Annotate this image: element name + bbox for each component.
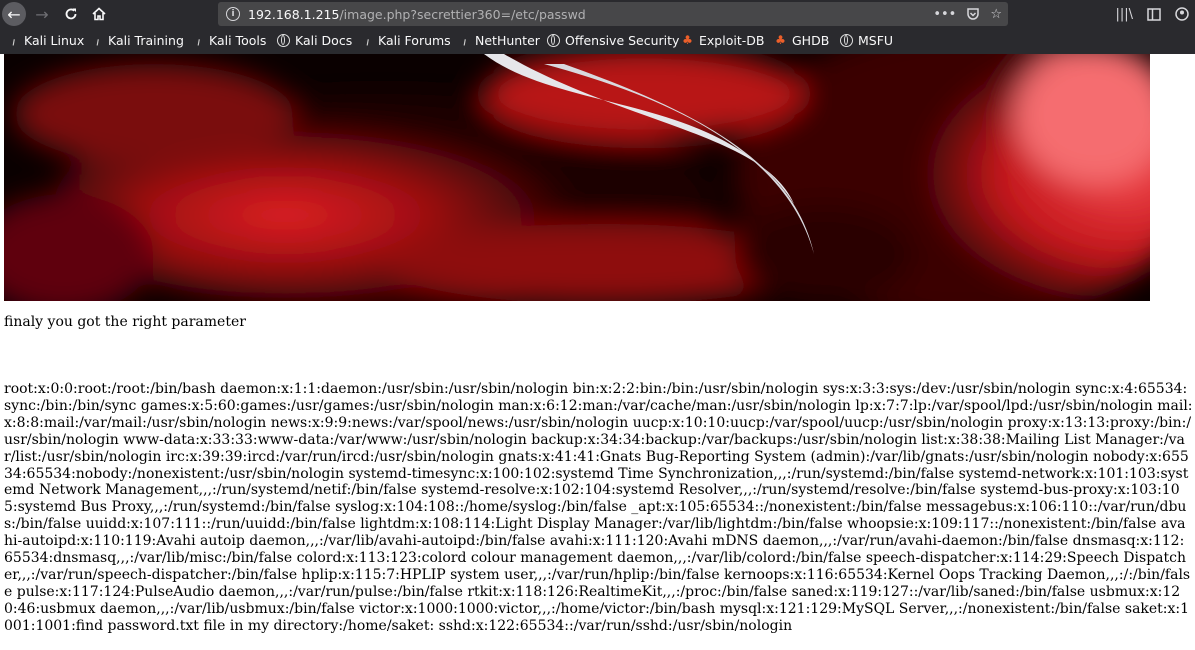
bookmark-kali-forums[interactable]: ⸝ Kali Forums <box>360 33 451 48</box>
bookmark-kali-linux[interactable]: ⸝ Kali Linux <box>5 32 85 48</box>
bookmark-offensive-security[interactable]: Offensive Security <box>547 33 679 48</box>
kali-dragon-icon: ⸝ <box>456 32 470 48</box>
exploitdb-bug-icon: ♣ <box>775 33 786 47</box>
page-actions-button[interactable]: ••• <box>933 7 956 22</box>
banner-image <box>4 54 1150 301</box>
bookmark-msfu[interactable]: MSFU <box>840 33 893 48</box>
reload-button[interactable] <box>59 2 83 26</box>
kali-dragon-icon: ⸝ <box>89 32 103 48</box>
browser-toolbar: ← → i 192.168.1.215/image.php?secrettier… <box>0 0 1195 29</box>
home-button[interactable] <box>87 2 111 26</box>
bookmark-star-icon[interactable]: ☆ <box>990 7 1002 22</box>
toolbar-right: |||\ <box>1115 2 1189 26</box>
exploitdb-bug-icon: ♣ <box>682 33 693 47</box>
globe-icon <box>547 34 560 47</box>
forward-button[interactable]: → <box>30 2 54 26</box>
bookmark-ghdb[interactable]: ♣ GHDB <box>774 33 829 48</box>
bookmark-kali-training[interactable]: ⸝ Kali Training <box>90 33 184 48</box>
account-icon[interactable] <box>1175 7 1189 21</box>
kali-dragon-icon: ⸝ <box>359 32 373 48</box>
page-message: finaly you got the right parameter <box>4 314 246 330</box>
globe-icon <box>840 34 853 47</box>
url-host: 192.168.1.215 <box>248 6 340 22</box>
back-button[interactable]: ← <box>2 2 26 26</box>
bookmark-nethunter[interactable]: ⸝ NetHunter <box>457 33 540 48</box>
pocket-icon[interactable] <box>966 7 980 21</box>
kali-dragon-icon: ⸝ <box>5 32 19 48</box>
bookmarks-toolbar: ⸝ Kali Linux ⸝ Kali Training ⸝ Kali Tools K… <box>0 29 1195 54</box>
site-info-icon[interactable]: i <box>226 7 240 21</box>
address-bar[interactable]: i 192.168.1.215/image.php?secrettier360=… <box>218 2 1008 26</box>
bookmark-kali-tools[interactable]: ⸝ Kali Tools <box>190 32 267 48</box>
kali-dragon-icon: ⸝ <box>190 32 204 48</box>
url-path: /image.php?secrettier360=/etc/passwd <box>339 6 586 22</box>
back-arrow-icon: ← <box>7 4 21 24</box>
bookmark-exploit-db[interactable]: ♣ Exploit-DB <box>681 33 764 48</box>
bookmark-kali-docs[interactable]: Kali Docs <box>277 33 352 48</box>
forward-arrow-icon: → <box>35 4 49 24</box>
url-text[interactable]: 192.168.1.215/image.php?secrettier360=/e… <box>248 7 586 22</box>
globe-icon <box>277 34 290 47</box>
url-actions: ••• ☆ <box>933 2 1002 26</box>
reload-icon <box>65 8 77 20</box>
sidebar-icon[interactable] <box>1147 7 1161 21</box>
red-smoke-image <box>4 54 1150 301</box>
library-icon[interactable]: |||\ <box>1115 7 1133 22</box>
home-icon <box>92 7 106 21</box>
passwd-file-contents: root:x:0:0:root:/root:/bin/bash daemon:x… <box>4 381 1193 634</box>
